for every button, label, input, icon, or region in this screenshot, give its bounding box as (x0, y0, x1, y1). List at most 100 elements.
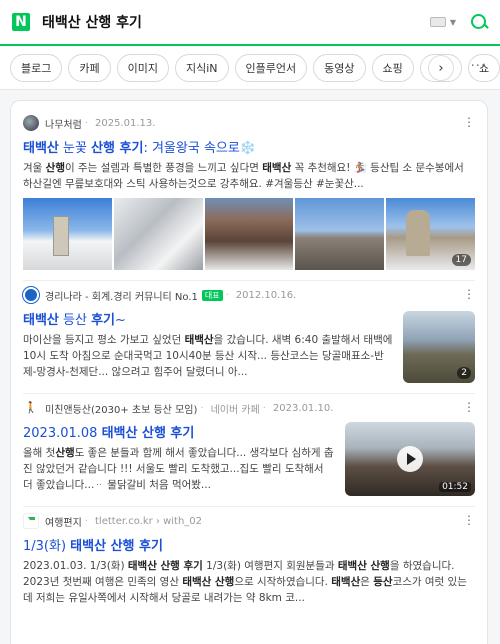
thumbnail-image[interactable] (113, 198, 203, 270)
tab-video[interactable]: 동영상 (313, 53, 366, 82)
result-description[interactable]: 2023.01.03. 1/3(화) 태백산 산행 후기 1/3(화) 여행편지… (23, 558, 475, 606)
video-thumbnail[interactable]: 01:52 (345, 422, 475, 496)
result-body: 태백산 등산 후기~ 마이산을 등지고 평소 가보고 싶었던 태백산을 갔습니다… (23, 309, 475, 383)
desc-text: 은 (360, 576, 374, 588)
thumbnail-image[interactable]: 17 (386, 198, 475, 270)
video-duration: 01:52 (439, 482, 471, 492)
title-text: ~ (115, 313, 126, 328)
desc-text: 이 주는 설렘과 특별한 풍경을 느끼고 싶다면 (65, 162, 263, 174)
avatar[interactable] (23, 115, 39, 131)
result-title[interactable]: 2023.01.08 태백산 산행 후기 (23, 422, 335, 441)
tab-cafe[interactable]: 카페 (68, 53, 111, 82)
desc-highlight: 등산 (373, 576, 393, 588)
keyboard-icon[interactable] (429, 17, 446, 27)
result-item: 나무처럼 · 2025.01.13. ⋮ 태백산 눈꽃 산행 후기: 겨울왕국 … (23, 109, 475, 281)
more-vertical-icon[interactable]: ⋮ (463, 115, 475, 129)
desc-text: 으로 시작하였습니다. (234, 576, 332, 588)
separator: · (262, 402, 266, 414)
top-bar: N 태백산 산행 후기 ▼ (0, 0, 500, 46)
result-source: 경리나라 - 회계.경리 커뮤니티 No.1 대표 · 2012.10.16. … (23, 287, 475, 303)
result-title[interactable]: 1/3(화) 태백산 산행 후기 (23, 535, 475, 554)
tab-shopping[interactable]: 쇼핑 (371, 53, 414, 82)
result-text: 태백산 등산 후기~ 마이산을 등지고 평소 가보고 싶었던 태백산을 갔습니다… (23, 309, 393, 383)
thumbnail-image[interactable] (204, 198, 294, 270)
result-source: 여행편지 · tletter.co.kr › with_02 ⋮ (23, 513, 475, 529)
title-highlight: 태백산 (23, 313, 59, 328)
image-count: 2 (457, 367, 471, 379)
result-item: 여행편지 · tletter.co.kr › with_02 ⋮ 1/3(화) … (23, 507, 475, 616)
hiker-icon[interactable]: 🚶 (23, 400, 39, 416)
tab-kin[interactable]: 지식iN (175, 53, 229, 82)
desc-text: 올해 첫 (23, 447, 56, 459)
result-body: 2023.01.08 태백산 산행 후기 올해 첫산행도 좋은 분들과 함께 해… (23, 422, 475, 496)
more-icon[interactable]: ··· (471, 59, 486, 74)
source-url: tletter.co.kr › with_02 (95, 515, 203, 527)
tab-blog[interactable]: 블로그 (10, 53, 63, 82)
source-name[interactable]: 경리나라 - 회계.경리 커뮤니티 No.1 (45, 288, 198, 303)
thumbnail-image[interactable]: 2 (403, 311, 475, 383)
title-highlight: 후기 (91, 313, 115, 328)
result-item: 경리나라 - 회계.경리 커뮤니티 No.1 대표 · 2012.10.16. … (23, 281, 475, 394)
result-text: 2023.01.08 태백산 산행 후기 올해 첫산행도 좋은 분들과 함께 해… (23, 422, 335, 496)
chevron-down-icon[interactable]: ▼ (450, 18, 456, 27)
title-highlight: 산행 후기 (91, 141, 144, 156)
more-vertical-icon[interactable]: ⋮ (463, 400, 475, 414)
search-icon[interactable] (470, 13, 488, 31)
play-icon[interactable] (397, 446, 423, 472)
desc-text: 마이산을 등지고 평소 가보고 싶었던 (23, 334, 185, 346)
cafe-label: 네이버 카페 (210, 404, 260, 416)
result-description[interactable]: 마이산을 등지고 평소 가보고 싶었던 태백산을 갔습니다. 새벽 6:40 출… (23, 332, 393, 380)
desc-highlight: 태백산 산행 (182, 576, 235, 588)
search-tabs: 블로그 카페 이미지 지식iN 인플루언서 동영상 쇼핑 뉴스 쇼 › ··· (0, 46, 500, 90)
thumbnail-image[interactable] (295, 198, 385, 270)
source-name[interactable]: 여행편지 (45, 514, 82, 529)
desc-text: 1/3(화) 여행편지 회원분들과 (202, 560, 338, 572)
chevron-right-icon[interactable]: › (428, 55, 454, 81)
title-text: 눈꽃 (58, 141, 92, 156)
title-text: 1/3(화) (23, 539, 71, 554)
desc-highlight: 태백산 (262, 162, 292, 174)
result-description[interactable]: 올해 첫산행도 좋은 분들과 함께 해서 좋았습니다... 생각보다 심하게 춥… (23, 445, 335, 493)
result-title[interactable]: 태백산 등산 후기~ (23, 309, 393, 328)
desc-text: 겨울 (23, 162, 46, 174)
results-area: 나무처럼 · 2025.01.13. ⋮ 태백산 눈꽃 산행 후기: 겨울왕국 … (0, 90, 500, 644)
results-card: 나무처럼 · 2025.01.13. ⋮ 태백산 눈꽃 산행 후기: 겨울왕국 … (10, 100, 488, 644)
result-item: 🚶 미친앤등산(2030+ 초보 등산 모임) · 네이버 카페 · 2023.… (23, 394, 475, 507)
desc-highlight: 태백산 산행 후기 (127, 560, 203, 572)
image-count: 17 (451, 254, 471, 266)
search-query[interactable]: 태백산 산행 후기 (42, 12, 430, 32)
site-icon[interactable] (23, 513, 39, 529)
naver-logo[interactable]: N (12, 13, 30, 31)
title-text: 등산 (58, 313, 92, 328)
post-date: 2012.10.16. (235, 289, 297, 301)
result-title[interactable]: 태백산 눈꽃 산행 후기: 겨울왕국 속으로❄️ (23, 137, 475, 156)
title-text: 2023.01.08 (23, 426, 102, 441)
title-highlight: 태백산 (23, 141, 59, 156)
desc-highlight: 산행 (45, 162, 65, 174)
tab-image[interactable]: 이미지 (116, 53, 169, 82)
more-vertical-icon[interactable]: ⋮ (463, 287, 475, 301)
result-source: 나무처럼 · 2025.01.13. ⋮ (23, 115, 475, 131)
post-date: 2025.01.13. (95, 117, 156, 129)
desc-highlight: 태백산 (184, 334, 214, 346)
title-text: : 겨울왕국 속으로❄️ (143, 141, 257, 156)
title-highlight: 태백산 산행 후기 (70, 539, 163, 554)
title-highlight: 태백산 산행 후기 (101, 426, 195, 441)
desc-text: 2023.01.03. 1/3(화) (23, 560, 128, 572)
post-date: 2023.01.10. (272, 402, 334, 414)
separator: · (84, 515, 88, 527)
more-vertical-icon[interactable]: ⋮ (463, 513, 475, 527)
source-name[interactable]: 나무처럼 (45, 116, 82, 131)
representative-badge: 대표 (201, 289, 223, 301)
desc-highlight: 태백산 산행 (337, 560, 390, 572)
result-source: 🚶 미친앤등산(2030+ 초보 등산 모임) · 네이버 카페 · 2023.… (23, 400, 475, 416)
thumbnail-image[interactable] (23, 198, 112, 270)
avatar[interactable] (23, 287, 39, 303)
result-description[interactable]: 겨울 산행이 주는 설렘과 특별한 풍경을 느끼고 싶다면 태백산 꼭 추천해요… (23, 160, 475, 192)
desc-highlight: 산행 (55, 447, 75, 459)
source-name[interactable]: 미친앤등산(2030+ 초보 등산 모임) (45, 401, 197, 416)
desc-highlight: 태백산 (331, 576, 361, 588)
image-strip: 17 (23, 198, 475, 270)
tab-influencer[interactable]: 인플루언서 (234, 53, 308, 82)
separator: · (84, 117, 88, 129)
